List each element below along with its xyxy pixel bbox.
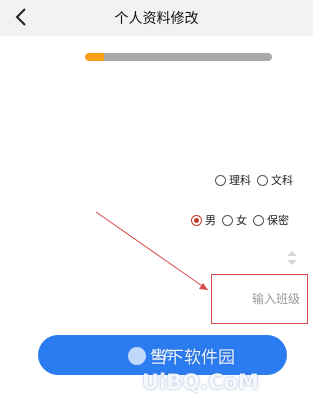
radio-arts-label: 文科 <box>271 174 293 187</box>
progress-fill <box>85 53 104 61</box>
radio-female-label: 女 <box>236 214 247 227</box>
radio-circle <box>253 214 264 226</box>
header-bar: 个人资料修改 <box>0 0 313 36</box>
radio-arts[interactable]: 文科 <box>257 172 293 188</box>
gender-radio-group: 男 女 保密 <box>191 212 295 228</box>
radio-circle <box>215 174 226 186</box>
radio-secret[interactable]: 保密 <box>253 212 289 228</box>
stepper-icon[interactable] <box>285 248 299 268</box>
radio-circle <box>222 214 233 226</box>
radio-secret-label: 保密 <box>267 214 289 227</box>
radio-science-label: 理科 <box>229 174 251 187</box>
save-button[interactable]: 保存 <box>38 335 287 375</box>
radio-circle-selected <box>191 214 202 226</box>
radio-male-label: 男 <box>205 214 216 227</box>
page-title: 个人资料修改 <box>114 11 199 27</box>
subject-radio-group: 理科 文科 <box>215 172 299 188</box>
class-input[interactable] <box>214 275 304 323</box>
radio-female[interactable]: 女 <box>222 212 247 228</box>
save-button-label: 保存 <box>150 348 175 362</box>
radio-science[interactable]: 理科 <box>215 172 251 188</box>
radio-circle <box>257 174 268 186</box>
radio-male[interactable]: 男 <box>191 212 216 228</box>
class-field-highlight <box>211 274 308 324</box>
progress-bar <box>85 53 272 61</box>
